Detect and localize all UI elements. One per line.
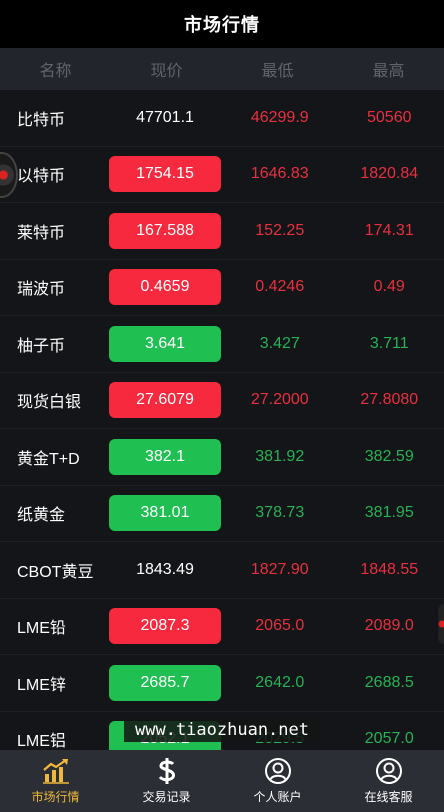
price-badge: 27.6079	[109, 382, 221, 419]
tab-support[interactable]: 在线客服	[333, 750, 444, 812]
row-price-cell: 0.4659	[105, 269, 225, 306]
row-name: 比特币	[17, 111, 66, 129]
col-high-header: 最高	[372, 63, 405, 80]
price-badge: 1843.49	[136, 560, 194, 578]
row-price-cell: 167.588	[105, 212, 225, 249]
tab-records[interactable]: 交易记录	[111, 750, 222, 812]
support-user-icon	[375, 757, 403, 785]
row-price-cell: 2685.7	[105, 664, 225, 701]
row-name: LME锌	[17, 676, 66, 694]
col-name-header: 名称	[39, 63, 72, 80]
table-row[interactable]: 瑞波币 0.4659 0.4246 0.49	[0, 260, 444, 316]
table-row[interactable]: LME锌 2685.7 2642.0 2688.5	[0, 655, 444, 712]
tab-account-label: 个人账户	[253, 790, 302, 804]
row-high: 27.8080	[360, 391, 419, 409]
row-price-cell: 3.641	[105, 325, 225, 362]
row-price-cell: 27.6079	[105, 382, 225, 419]
row-low: 381.92	[255, 447, 305, 465]
tab-account[interactable]: 个人账户	[222, 750, 333, 812]
row-high: 2057.0	[364, 730, 414, 748]
table-row[interactable]: CBOT黄豆 1843.49 1827.90 1848.55	[0, 542, 444, 599]
chart-trend-icon	[42, 757, 70, 785]
row-name: LME铅	[17, 620, 66, 638]
row-high: 1848.55	[360, 560, 419, 578]
row-low: 1827.90	[250, 560, 309, 578]
row-name: 瑞波币	[17, 281, 66, 299]
price-badge: 2087.3	[109, 608, 221, 645]
price-badge: 0.4659	[109, 269, 221, 306]
price-badge: 167.588	[109, 212, 221, 249]
price-badge: 3.641	[109, 325, 221, 362]
row-price-cell: 381.01	[105, 495, 225, 532]
price-badge: 1754.15	[109, 156, 221, 193]
tab-market[interactable]: 市场行情	[0, 750, 111, 812]
row-name: LME铝	[17, 733, 66, 750]
price-badge: 47701.1	[136, 108, 194, 126]
row-price-cell: 1754.15	[105, 156, 225, 193]
row-high: 2688.5	[364, 673, 414, 691]
row-high: 381.95	[364, 504, 414, 522]
bottom-tab-bar: 市场行情 交易记录 个人账户 在线客服	[0, 750, 444, 812]
table-row[interactable]: 纸黄金 381.01 378.73 381.95	[0, 486, 444, 542]
row-name: CBOT黄豆	[17, 563, 94, 581]
row-low: 1646.83	[250, 165, 309, 183]
row-high: 174.31	[364, 221, 414, 239]
table-row[interactable]: 以特币 1754.15 1646.83 1820.84	[0, 147, 444, 203]
row-name: 现货白银	[17, 394, 82, 412]
row-low: 378.73	[255, 504, 305, 522]
row-name: 柚子币	[17, 337, 66, 355]
row-low: 152.25	[255, 221, 305, 239]
row-low: 2642.0	[255, 673, 305, 691]
tab-records-label: 交易记录	[142, 790, 191, 804]
table-row[interactable]: 比特币 47701.1 46299.9 50560	[0, 90, 444, 147]
user-circle-icon	[264, 757, 292, 785]
row-high: 0.49	[373, 278, 405, 296]
row-low: 46299.9	[250, 108, 309, 126]
row-low: 0.4246	[255, 278, 305, 296]
page-title: 市场行情	[0, 0, 444, 48]
price-badge: 2685.7	[109, 664, 221, 701]
row-low: 2065.0	[255, 617, 305, 635]
row-price-cell: 1843.49	[105, 552, 225, 588]
tab-support-label: 在线客服	[364, 790, 413, 804]
market-list[interactable]: 比特币 47701.1 46299.9 50560 以特币 1754.15 1646.83 1…	[0, 90, 444, 750]
row-high: 3.711	[369, 334, 409, 352]
table-row[interactable]: 柚子币 3.641 3.427 3.711	[0, 316, 444, 373]
row-price-cell: 382.1	[105, 438, 225, 475]
row-high: 2089.0	[364, 617, 414, 635]
row-price-cell: 47701.1	[105, 100, 225, 136]
table-header: 名称 现价 最低 最高	[0, 48, 444, 90]
row-name: 黄金T+D	[17, 450, 80, 468]
row-low: 3.427	[259, 334, 300, 352]
tab-market-label: 市场行情	[31, 790, 80, 804]
table-row[interactable]: 现货白银 27.6079 27.2000 27.8080	[0, 373, 444, 429]
row-high: 382.59	[364, 447, 414, 465]
watermark-text: www.tiaozhuan.net	[124, 718, 320, 742]
row-name: 莱特币	[17, 224, 66, 242]
row-low: 27.2000	[250, 391, 309, 409]
row-name: 纸黄金	[17, 507, 66, 525]
table-row[interactable]: 莱特币 167.588 152.25 174.31	[0, 203, 444, 260]
dollar-icon	[153, 757, 181, 785]
row-price-cell: 2087.3	[105, 608, 225, 645]
price-badge: 381.01	[109, 495, 221, 532]
table-row[interactable]: LME铅 2087.3 2065.0 2089.0	[0, 599, 444, 655]
col-price-header: 现价	[150, 63, 183, 80]
col-low-header: 最低	[261, 63, 294, 80]
floating-record-icon-right[interactable]	[438, 604, 444, 644]
row-high: 1820.84	[360, 165, 419, 183]
table-row[interactable]: 黄金T+D 382.1 381.92 382.59	[0, 429, 444, 486]
row-high: 50560	[367, 108, 412, 126]
price-badge: 382.1	[109, 438, 221, 475]
